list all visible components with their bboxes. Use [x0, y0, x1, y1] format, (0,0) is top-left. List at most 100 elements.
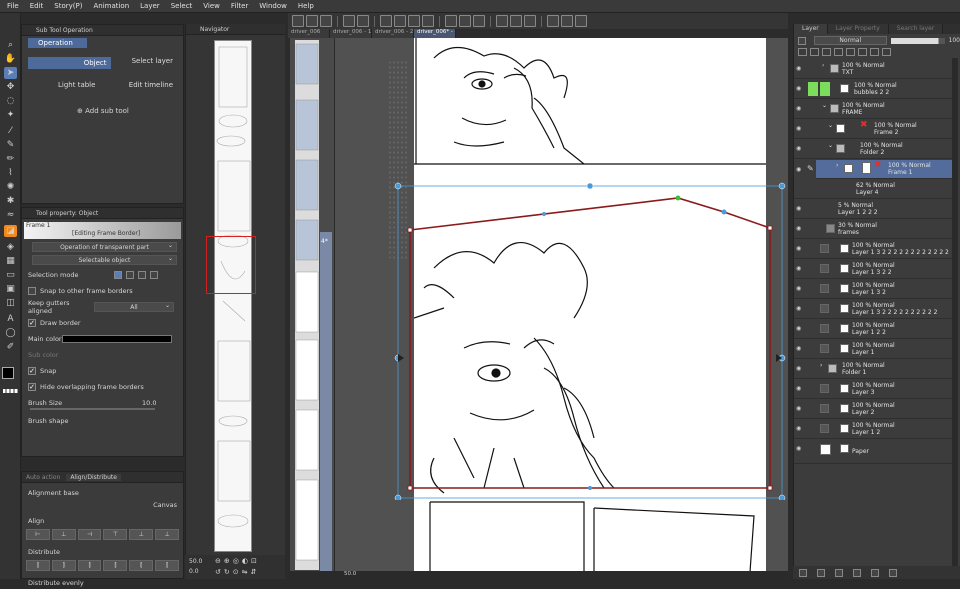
align-right-icon[interactable]: ⊣ [77, 529, 102, 540]
move-layer-tool-icon[interactable]: ✥ [4, 81, 17, 93]
draft-icon[interactable] [822, 48, 831, 56]
blend-mode-dropdown[interactable]: Normal [813, 36, 887, 45]
layer-row[interactable]: ◉ 100 % Normal Layer 2 [794, 400, 953, 419]
open-file-icon[interactable] [306, 15, 318, 27]
flip-horizontal-icon[interactable] [561, 15, 573, 27]
visibility-icon[interactable]: ◉ [796, 326, 804, 332]
menu-window[interactable]: Window [259, 2, 287, 10]
layer-row[interactable]: ◉ 30 % Normal frames [794, 220, 953, 239]
visibility-icon[interactable]: ◉ [796, 426, 804, 432]
layer-row[interactable]: ◉ ⌄ ✖ 100 % Normal Frame 2 [794, 120, 953, 139]
selectable-object-dropdown[interactable]: Selectable object [32, 254, 177, 265]
visibility-icon[interactable]: ◉ [796, 226, 804, 232]
menu-edit[interactable]: Edit [30, 2, 44, 10]
deselect-icon[interactable] [408, 15, 420, 27]
alignment-base-value[interactable]: Canvas [153, 501, 177, 509]
selection-mode-icon[interactable] [150, 271, 158, 279]
menu-layer[interactable]: Layer [140, 2, 160, 10]
layer-row[interactable]: ◉ 100 % Normal Layer 1 2 [794, 420, 953, 439]
fill-tool-icon[interactable]: ◈ [4, 241, 17, 253]
align-middle-icon[interactable]: ⊥ [129, 529, 154, 540]
layer-property-tab[interactable]: Layer Property [827, 24, 889, 34]
new-file-icon[interactable] [292, 15, 304, 27]
brush-tool-icon[interactable]: ⌇ [4, 167, 17, 179]
distribute-top-icon[interactable]: ⫿ [103, 560, 128, 571]
visibility-icon[interactable]: ◉ [796, 146, 804, 152]
visibility-icon[interactable]: ◉ [796, 366, 804, 372]
layer-tab[interactable]: Layer [794, 24, 828, 34]
visibility-icon[interactable]: ◉ [796, 306, 804, 312]
eyedropper-tool-icon[interactable]: ⁄ [4, 125, 17, 137]
layer-row[interactable]: ◉ 100 % Normal Layer 3 [794, 380, 953, 399]
canvas-zoom-value[interactable]: 50.0 [344, 571, 356, 577]
snap-borders-checkbox[interactable] [28, 287, 36, 295]
transform-icon[interactable] [394, 15, 406, 27]
export-icon[interactable] [510, 15, 522, 27]
collapse-icon[interactable]: ⌄ [822, 102, 827, 109]
frame-border-overlay[interactable] [390, 180, 790, 500]
visibility-icon[interactable]: ◉ [796, 126, 804, 132]
merge-layer-icon[interactable] [853, 568, 861, 577]
auto-action-tab[interactable]: Auto action [26, 474, 60, 481]
distribute-left-icon[interactable]: ⫿ [26, 560, 50, 571]
main-color-swatch[interactable] [2, 367, 14, 379]
visibility-icon[interactable]: ◉ [796, 106, 804, 112]
selection-mode-icon[interactable] [138, 271, 146, 279]
zoom-buttons[interactable]: ⊖⊕◎◐⊡ [215, 557, 260, 565]
align-center-icon[interactable]: ⊥ [51, 529, 76, 540]
hide-overlap-checkbox[interactable]: ✓ [28, 383, 36, 391]
menu-animation[interactable]: Animation [93, 2, 129, 10]
frame-tool-icon[interactable]: ▣ [4, 283, 17, 295]
opacity-value[interactable]: 100 [949, 37, 960, 44]
menu-help[interactable]: Help [298, 2, 314, 10]
transparent-color-swatch[interactable] [3, 389, 18, 393]
layer-row[interactable]: ◉ ⌄ 100 % Normal Folder 2 [794, 140, 953, 159]
search-layer-tab[interactable]: Search layer [888, 24, 944, 34]
pen-tool-icon[interactable]: ✎ [4, 139, 17, 151]
expand-icon[interactable]: › [820, 362, 822, 369]
layer-row[interactable]: ◉ › 100 % Normal Folder 1 [794, 360, 953, 379]
collapse-icon[interactable]: ⌄ [828, 142, 833, 149]
navigator-view-rectangle[interactable] [206, 236, 256, 294]
layer-row[interactable]: ◉ 100 % Normal bubbles 2 2 [794, 80, 953, 99]
menu-select[interactable]: Select [171, 2, 193, 10]
sub-tool-edit-timeline[interactable]: Edit timeline [111, 81, 178, 89]
layer-row[interactable]: ◉ 100 % Normal Layer 1 2 2 [794, 320, 953, 339]
draw-border-checkbox[interactable]: ✓ [28, 319, 36, 327]
airbrush-tool-icon[interactable]: ✺ [4, 181, 17, 193]
select-all-icon[interactable] [422, 15, 434, 27]
visibility-icon[interactable]: ◉ [796, 66, 804, 72]
figure-tool-icon[interactable]: ▭ [4, 269, 17, 281]
auto-select-tool-icon[interactable]: ✦ [4, 109, 17, 121]
visibility-icon[interactable]: ◉ [796, 266, 804, 272]
layer-row[interactable]: 62 % Normal Layer 4 [794, 180, 953, 199]
menu-filter[interactable]: Filter [231, 2, 248, 10]
brush-size-slider[interactable] [30, 408, 155, 410]
align-bottom-icon[interactable]: ⊥ [155, 529, 179, 540]
new-raster-layer-icon[interactable] [799, 568, 807, 577]
layer-row[interactable]: ◉ 100 % Normal Layer 1 3 2 2 [794, 260, 953, 279]
keep-gutters-dropdown[interactable]: All [94, 301, 174, 312]
decoration-tool-icon[interactable]: ✱ [4, 195, 17, 207]
layer-row[interactable]: ◉ ⌄ 100 % Normal FRAME [794, 100, 953, 119]
snap-grid-icon[interactable] [473, 15, 485, 27]
lasso-tool-icon[interactable]: ◌ [4, 95, 17, 107]
layer-scrollbar[interactable] [952, 58, 958, 579]
brush-shape-row[interactable]: Brush shape [22, 415, 183, 427]
snap-special-ruler-icon[interactable] [459, 15, 471, 27]
visibility-icon[interactable]: ◉ [796, 206, 804, 212]
selection-mode-icon[interactable] [114, 271, 122, 279]
visibility-icon[interactable]: ◉ [796, 386, 804, 392]
save-icon[interactable] [320, 15, 332, 27]
layer-lock-icon[interactable] [798, 36, 806, 45]
layer-row[interactable]: ◉ 100 % Normal Layer 1 3 2 2 2 2 2 2 2 2 2… [794, 240, 953, 259]
new-folder-icon[interactable] [835, 568, 843, 577]
layer-row[interactable]: ◉ 100 % Normal Layer 1 [794, 340, 953, 359]
print-icon[interactable] [496, 15, 508, 27]
expand-icon[interactable]: › [836, 162, 838, 169]
visibility-icon[interactable]: ◉ [796, 346, 804, 352]
canvas-tab[interactable]: driver_006 [288, 29, 330, 38]
layer-row[interactable]: ◉ 5 % Normal Layer 1 2 2 2 [794, 200, 953, 219]
correct-line-tool-icon[interactable]: ✐ [4, 341, 17, 353]
distribute-middle-icon[interactable]: ⫿ [129, 560, 154, 571]
